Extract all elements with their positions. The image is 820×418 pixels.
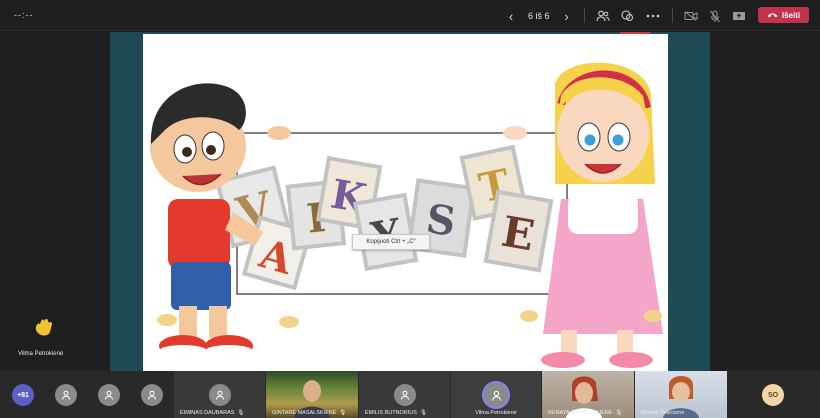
slide-title-hidden: VAIKYSTĖ [403, 52, 408, 55]
slide-pager: ‹ 6 iš 6 › [504, 7, 574, 25]
participant-name: Vilma Petrokienė [475, 410, 517, 416]
participant-name-row: GINTARĖ MASALSKIENĖ 🎙 [272, 410, 346, 416]
participant-name: EMILIS BUTNORIUS [365, 410, 417, 416]
slide-accent-line [620, 32, 650, 34]
slide-illustration: V A I K Y S T E [150, 52, 663, 368]
participant-name: GINTARĖ MASALSKIENĖ [272, 410, 337, 416]
photo-frame: Y [352, 192, 419, 272]
person-icon [215, 390, 224, 400]
slide-counter: 6 iš 6 [528, 11, 550, 21]
microphone-off-icon: 🎙 [237, 410, 245, 416]
participant-avatar[interactable] [141, 384, 163, 406]
person-icon [105, 390, 113, 400]
meeting-toolbar: --:-- ‹ 6 iš 6 › Išeiti [0, 0, 820, 31]
raised-hand-icon [35, 318, 52, 336]
microphone-off-icon[interactable] [706, 7, 724, 25]
participant-tile[interactable]: EIMINAS DAUBARAS 🎙 [174, 371, 265, 418]
shared-slide: V A I K Y S T E [143, 34, 668, 371]
person-icon [62, 390, 70, 400]
microphone-off-icon: 🎙 [339, 410, 347, 416]
camera-off-icon[interactable] [682, 7, 700, 25]
participant-avatar [208, 384, 231, 406]
participant-initials-avatar[interactable]: SO [762, 384, 784, 406]
leave-meeting-button[interactable]: Išeiti [758, 7, 809, 23]
participant-video-tile[interactable]: GINTARĖ MASALSKIENĖ 🎙 [266, 371, 358, 418]
participant-avatar [482, 381, 510, 409]
toolbar-divider [584, 8, 585, 23]
copy-tooltip: Kopijuoti Ctrl + „C“ [352, 234, 430, 250]
participant-name: EIMINAS DAUBARAS [180, 410, 235, 416]
participant-tile-speaking[interactable]: Vilma Petrokienė [451, 371, 541, 418]
participant-avatar [393, 384, 416, 406]
photo-frame: E [483, 189, 554, 273]
person-icon [148, 390, 156, 400]
content-stage: V A I K Y S T E [0, 32, 820, 371]
participant-video-tile[interactable]: Rimutė Švarcienė [635, 371, 727, 418]
person-icon [400, 390, 409, 400]
participant-name-row: RENATA AVANAUSKIENĖ 🎙 [548, 410, 622, 416]
participant-video-tile[interactable]: RENATA AVANAUSKIENĖ 🎙 [542, 371, 634, 418]
participant-name-row: EIMINAS DAUBARAS 🎙 [180, 410, 244, 416]
leave-label: Išeiti [781, 10, 801, 20]
participant-name: RENATA AVANAUSKIENĖ [548, 410, 613, 416]
meeting-timer: --:-- [14, 10, 34, 20]
participant-name: Rimutė Švarcienė [641, 410, 685, 416]
phone-hangup-icon [767, 13, 778, 18]
microphone-off-icon: 🎙 [615, 410, 623, 416]
previous-slide-button[interactable]: ‹ [504, 8, 518, 24]
next-slide-button[interactable]: › [560, 8, 574, 24]
people-icon[interactable] [594, 7, 612, 25]
pinned-user-name: Vilma Petrokienė [18, 351, 64, 357]
participant-avatar[interactable] [98, 384, 120, 406]
more-participants-badge[interactable]: +81 [12, 384, 34, 406]
participant-avatar[interactable] [55, 384, 77, 406]
participant-name-row: Rimutė Švarcienė [641, 410, 684, 416]
participant-name-row: Vilma Petrokienė [451, 410, 541, 416]
chat-icon[interactable] [618, 7, 636, 25]
toolbar-divider [672, 8, 673, 23]
microphone-off-icon: 🎙 [419, 410, 427, 416]
pinned-user[interactable]: Vilma Petrokienė [12, 318, 76, 357]
participant-name-row: EMILIS BUTNORIUS 🎙 [365, 410, 427, 416]
participant-tile[interactable]: EMILIS BUTNORIUS 🎙 [359, 371, 450, 418]
more-options-icon[interactable] [644, 7, 662, 25]
share-screen-icon[interactable] [730, 7, 748, 25]
person-icon [491, 390, 501, 400]
